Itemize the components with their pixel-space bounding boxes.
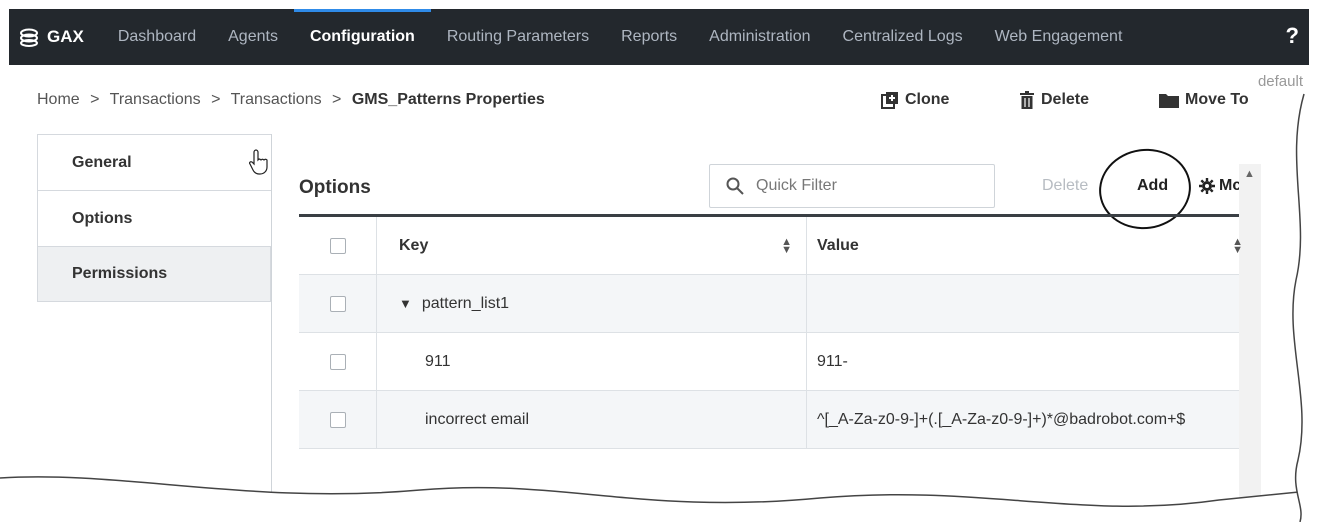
torn-edge-decoration — [0, 93, 1319, 522]
